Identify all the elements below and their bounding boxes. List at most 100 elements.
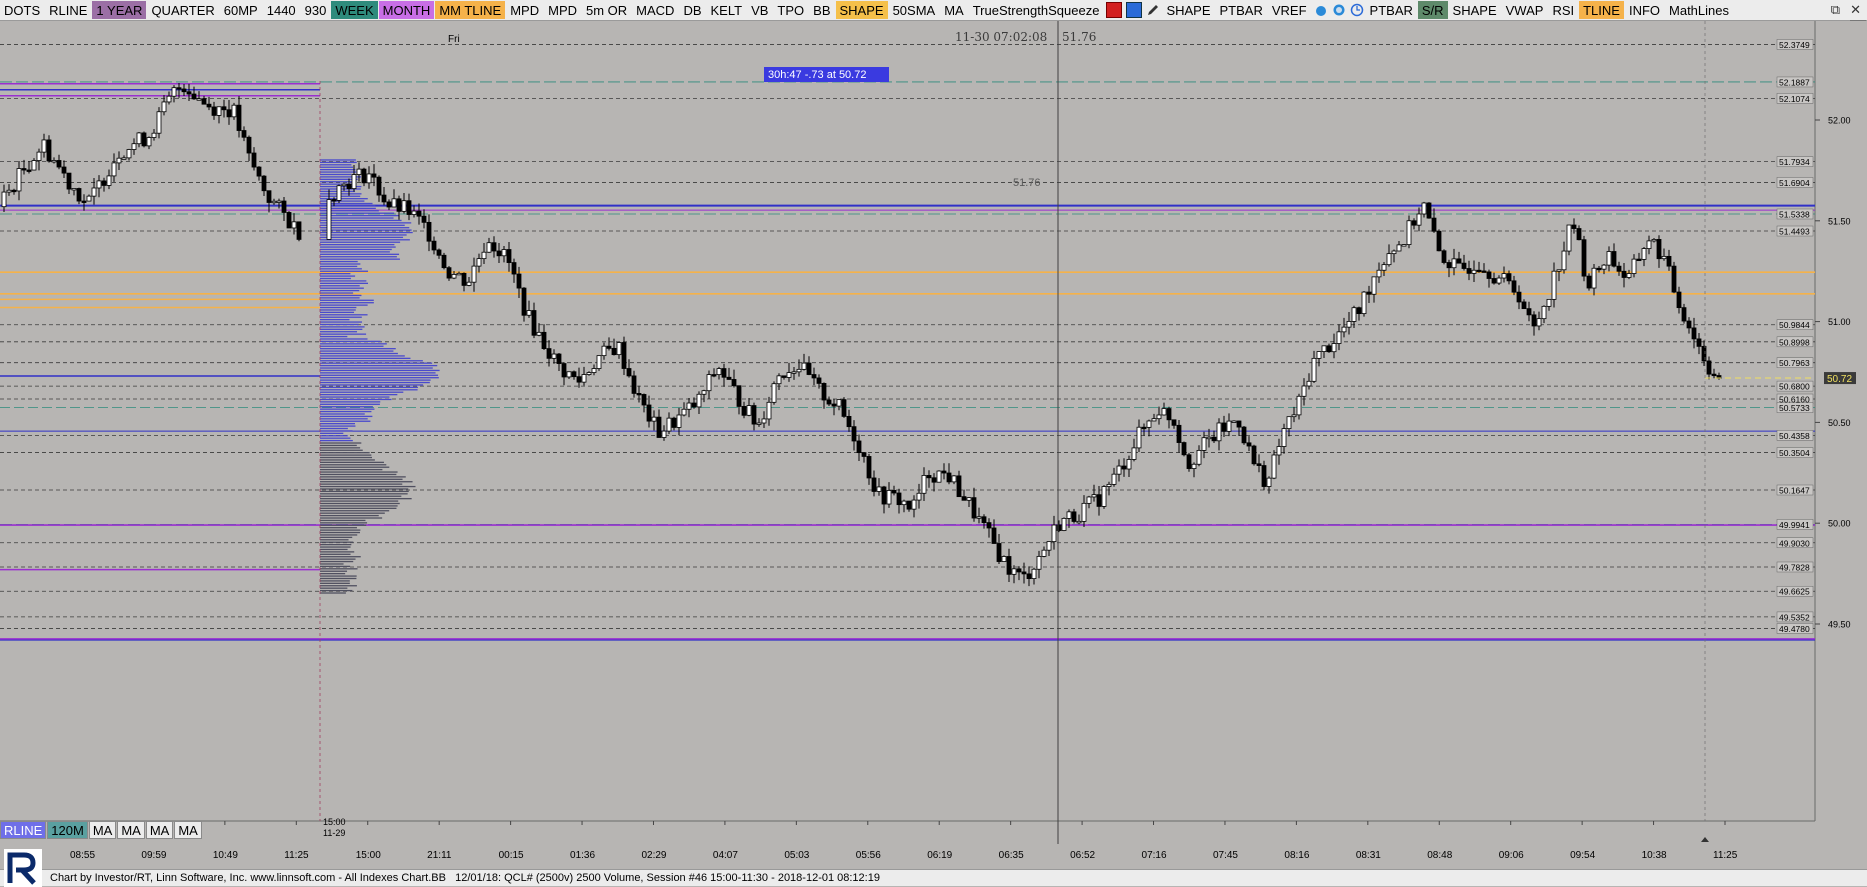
volume-profile-bar <box>320 299 374 301</box>
toolbar-button-tpo[interactable]: TPO <box>773 1 809 19</box>
time-tick-label: 06:19 <box>927 850 952 861</box>
toolbar-button-truestrengthsqueeze[interactable]: TrueStrengthSqueeze <box>968 1 1104 19</box>
candle-body <box>1361 291 1367 315</box>
volume-profile-bar <box>320 517 383 519</box>
toolbar-button-930[interactable]: 930 <box>300 1 331 19</box>
toolbar-button-mathlines[interactable]: MathLines <box>1665 1 1733 19</box>
candle-body <box>216 106 222 116</box>
candle-body <box>1156 414 1162 420</box>
toolbar-button-quarter[interactable]: QUARTER <box>147 1 219 19</box>
toolbar-button-ptbar[interactable]: PTBAR <box>1365 1 1417 19</box>
timer-icon[interactable] <box>1332 3 1346 17</box>
toolbar-button-1-year[interactable]: 1 YEAR <box>92 1 147 19</box>
toolbar-button-tline[interactable]: TLINE <box>1579 1 1624 19</box>
toolbar-button-1440[interactable]: 1440 <box>262 1 300 19</box>
toolbar-button-dots[interactable]: DOTS <box>0 1 45 19</box>
candle-body <box>1476 269 1482 273</box>
toolbar-button-db[interactable]: DB <box>679 1 706 19</box>
candle-body <box>446 267 452 279</box>
close-icon[interactable]: ✕ <box>1850 2 1861 18</box>
candle-body <box>146 137 152 147</box>
toolbar-button-info[interactable]: INFO <box>1624 1 1665 19</box>
volume-profile-bar <box>320 461 384 464</box>
volume-profile-bar <box>320 478 403 480</box>
clock-icon[interactable] <box>1350 3 1364 17</box>
candle-body <box>1046 541 1052 551</box>
toolbar-button-week[interactable]: WEEK <box>331 1 378 19</box>
candle-body <box>1231 420 1237 423</box>
volume-profile-bar <box>320 285 360 287</box>
toolbar-button-50sma[interactable]: 50SMA <box>888 1 940 19</box>
toolbar-button-shape[interactable]: SHAPE <box>835 1 888 19</box>
toolbar-button-mpd[interactable]: MPD <box>506 1 544 19</box>
volume-profile-bar <box>320 343 387 345</box>
candle-body <box>1026 573 1032 580</box>
candle-body <box>376 176 382 196</box>
candle-body <box>496 250 502 257</box>
volume-profile-bar <box>320 408 375 410</box>
pencil-icon[interactable] <box>1146 3 1160 17</box>
volume-profile-bar <box>320 418 368 420</box>
candle-body <box>746 405 752 416</box>
restore-icon[interactable]: ⧉ <box>1831 2 1840 18</box>
candle-body <box>1636 258 1642 262</box>
toolbar-button-vref[interactable]: VREF <box>1267 1 1311 19</box>
bottom-button-ma-2[interactable]: MA <box>88 821 117 839</box>
candle-body <box>881 486 887 505</box>
candle-body <box>891 490 897 494</box>
volume-profile-bar <box>320 464 387 466</box>
candle-body <box>1591 267 1597 289</box>
toolbar-button-month[interactable]: MONTH <box>378 1 435 19</box>
bottom-button-120m-1[interactable]: 120M <box>47 821 88 839</box>
toolbar-button-5m-or[interactable]: 5m OR <box>582 1 632 19</box>
volume-profile-bar <box>320 289 360 292</box>
volume-profile-bar <box>320 529 361 531</box>
toolbar-button-rsi[interactable]: RSI <box>1548 1 1579 19</box>
toolbar-button-s-r[interactable]: S/R <box>1417 1 1448 19</box>
toolbar-button-60mp[interactable]: 60MP <box>219 1 262 19</box>
candle-body <box>721 368 727 378</box>
toolbar-button-bb[interactable]: BB <box>809 1 835 19</box>
candle-body <box>561 363 567 378</box>
candle-body <box>1101 486 1107 507</box>
toolbar-button-ptbar[interactable]: PTBAR <box>1215 1 1267 19</box>
candle-body <box>1356 307 1362 315</box>
volume-profile-bar <box>320 173 352 176</box>
candle-body <box>506 249 512 263</box>
toolbar-button-macd[interactable]: MACD <box>632 1 679 19</box>
blue-square-icon[interactable] <box>1126 2 1143 18</box>
bottom-button-ma-3[interactable]: MA <box>117 821 145 839</box>
toolbar-button-mm-tline[interactable]: MM TLINE <box>435 1 506 19</box>
candle-body <box>1341 326 1347 333</box>
candle-body <box>1596 267 1602 271</box>
candle-body <box>1311 357 1317 382</box>
price-tick-label: 51.50 <box>1828 216 1851 226</box>
candle-body <box>1681 307 1687 322</box>
drop-icon[interactable] <box>1314 3 1328 17</box>
volume-profile-bar <box>320 437 351 439</box>
candle-body <box>276 200 282 203</box>
candle-body <box>686 402 692 410</box>
volume-profile-bar <box>320 277 351 280</box>
toolbar-button-ma[interactable]: MA <box>940 1 968 19</box>
toolbar-button-vb[interactable]: VB <box>747 1 773 19</box>
candle-body <box>1296 395 1302 416</box>
candle-body <box>66 172 72 190</box>
price-chart[interactable]: Fri 11-30 07:02:08 51.76 30h:47 -.73 at 50.… <box>0 21 1867 869</box>
toolbar-button-mpd[interactable]: MPD <box>544 1 581 19</box>
red-square-icon[interactable] <box>1106 2 1123 18</box>
candle-body <box>1601 264 1607 270</box>
volume-profile-bar <box>320 413 365 415</box>
bottom-button-ma-5[interactable]: MA <box>174 821 202 839</box>
toolbar-button-kelt[interactable]: KELT <box>706 1 747 19</box>
volume-profile-bar <box>320 420 371 422</box>
candle-body <box>1491 278 1497 284</box>
bottom-button-ma-4[interactable]: MA <box>145 821 174 839</box>
toolbar-button-shape[interactable]: SHAPE <box>1162 1 1215 19</box>
candle-body <box>1371 276 1377 295</box>
toolbar-button-vwap[interactable]: VWAP <box>1501 1 1548 19</box>
candle-body <box>1416 213 1422 226</box>
toolbar-button-shape[interactable]: SHAPE <box>1448 1 1501 19</box>
bottom-button-rline-0[interactable]: RLINE <box>0 821 47 839</box>
toolbar-button-rline[interactable]: RLINE <box>45 1 92 19</box>
